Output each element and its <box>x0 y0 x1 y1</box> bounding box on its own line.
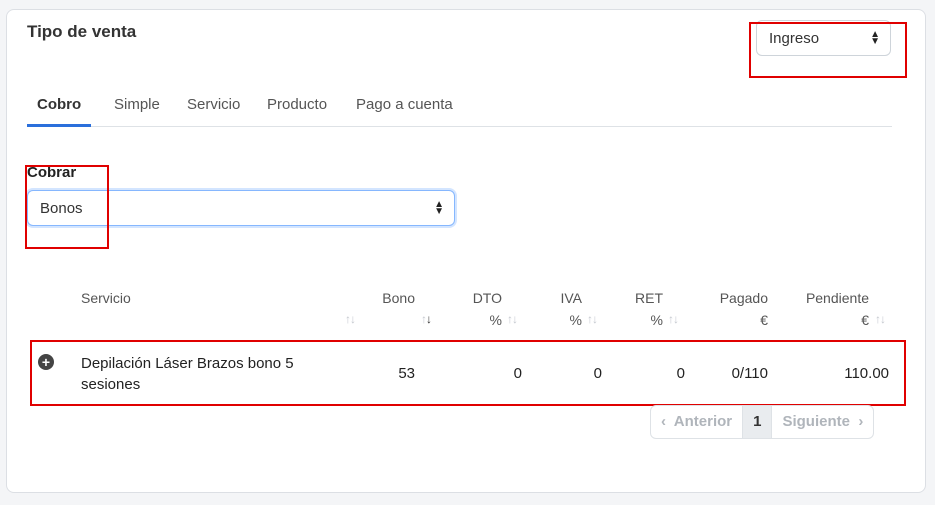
pagination: ‹ Anterior 1 Siguiente › <box>650 405 875 439</box>
sale-type-title: Tipo de venta <box>27 22 137 41</box>
highlight-box-cobrar <box>25 165 109 249</box>
tab-cobro[interactable]: Cobro <box>27 96 92 127</box>
header-pagado-unit: € <box>760 312 768 328</box>
header-servicio[interactable]: Servicio <box>81 288 131 308</box>
chevron-left-icon: ‹ <box>661 413 666 430</box>
header-iva-unit: % <box>569 312 582 328</box>
highlight-box-row <box>30 340 906 406</box>
chevron-updown-icon: ▲ ▼ <box>434 199 444 217</box>
pagination-next[interactable]: Siguiente › <box>772 406 873 438</box>
sort-arrows-icon[interactable]: ↑↓ <box>587 308 598 329</box>
header-dto-unit: % <box>489 312 502 328</box>
tab-producto[interactable]: Producto <box>257 96 337 126</box>
header-bono[interactable]: Bono <box>360 288 415 308</box>
header-pendiente[interactable]: Pendiente <box>790 288 869 308</box>
header-iva[interactable]: IVA <box>540 288 582 308</box>
header-ret-unit: % <box>650 312 663 328</box>
header-dto[interactable]: DTO <box>450 288 502 308</box>
sort-arrows-icon[interactable]: ↑↓ <box>875 308 886 329</box>
header-pendiente-unit: € <box>861 312 869 328</box>
tab-bar: Cobro Simple Servicio Producto Pago a cu… <box>27 90 892 127</box>
sort-arrows-icon[interactable]: ↑↓ <box>668 308 679 329</box>
header-pagado[interactable]: Pagado <box>700 288 768 308</box>
header-ret[interactable]: RET <box>620 288 663 308</box>
chevron-right-icon: › <box>858 413 864 430</box>
sort-arrows-icon[interactable]: ↑↓ <box>345 308 356 329</box>
pagination-page-1[interactable]: 1 <box>742 406 773 438</box>
tab-pago-a-cuenta[interactable]: Pago a cuenta <box>346 96 463 126</box>
tab-servicio[interactable]: Servicio <box>177 96 250 126</box>
tab-simple[interactable]: Simple <box>104 96 170 126</box>
highlight-box-sale-type <box>749 22 907 78</box>
sort-arrows-icon[interactable]: ↑↓ <box>421 308 432 329</box>
sort-arrows-icon[interactable]: ↑↓ <box>507 308 518 329</box>
pagination-prev[interactable]: ‹ Anterior <box>651 406 742 438</box>
